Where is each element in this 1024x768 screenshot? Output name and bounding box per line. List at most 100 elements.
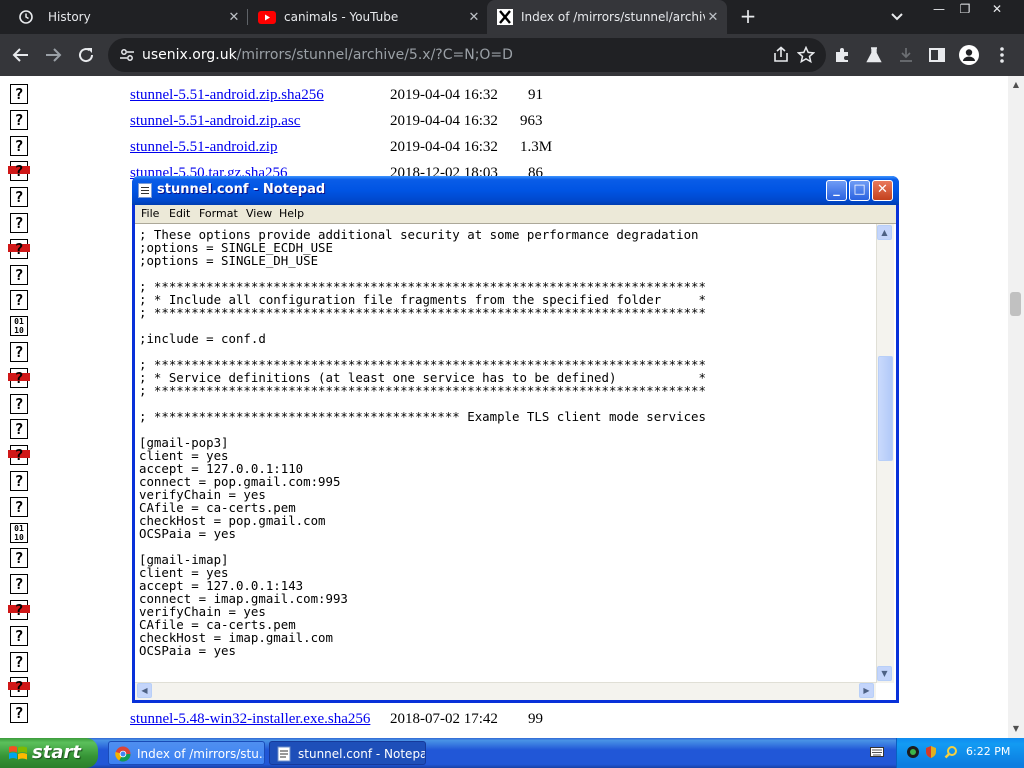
lab-icon[interactable] [863, 44, 885, 66]
menu-dots-icon[interactable] [991, 44, 1013, 66]
extensions-icon[interactable] [831, 44, 853, 66]
minimize-button[interactable]: _ [826, 180, 847, 201]
reload-button[interactable] [75, 44, 97, 66]
scroll-down-arrow-icon[interactable]: ▼ [1008, 722, 1024, 736]
unknown-file-icon: ? [10, 342, 30, 364]
keyboard-icon[interactable] [870, 746, 884, 758]
menu-view[interactable]: View [246, 207, 272, 220]
download-icon[interactable] [895, 44, 917, 66]
notepad-title-bar[interactable]: stunnel.conf - Notepad _ □ ✕ [132, 176, 899, 205]
tab-history[interactable]: History ✕ [0, 0, 247, 34]
security-shield-icon[interactable] [924, 745, 938, 759]
notepad-window: stunnel.conf - Notepad _ □ ✕ File Edit F… [132, 176, 899, 703]
unknown-file-icon: ? [10, 703, 30, 725]
unknown-file-icon: ? [10, 109, 30, 132]
file-size: 963 [520, 113, 543, 129]
close-tab-icon[interactable]: ✕ [226, 10, 242, 25]
unknown-file-icon: ? [10, 651, 30, 674]
tab-title: Index of /mirrors/stunnel/archive/5 [521, 10, 705, 24]
arrow-left-icon [12, 48, 28, 62]
file-link[interactable]: stunnel-5.51-android.zip.asc [130, 113, 300, 130]
unknown-file-icon: ? [10, 574, 30, 596]
taskbar-item-notepad[interactable]: stunnel.conf - Notepad [269, 741, 426, 765]
config-line: [gmail-pop3] [139, 435, 229, 450]
url-text[interactable]: usenix.org.uk/mirrors/stunnel/archive/5.… [142, 45, 513, 65]
unknown-file-icon: ? [10, 496, 30, 519]
page-scroll-thumb[interactable] [1010, 292, 1021, 316]
network-icon[interactable] [906, 745, 920, 759]
close-window-button[interactable]: ✕ [986, 2, 1008, 16]
scroll-up-icon[interactable]: ▲ [877, 225, 892, 240]
file-link[interactable]: stunnel-5.51-android.zip.sha256 [130, 87, 324, 104]
compressed-file-icon: ? [8, 600, 30, 622]
file-date: 2019-04-04 16:32 [390, 113, 498, 129]
scroll-down-icon[interactable]: ▼ [877, 666, 892, 681]
new-tab-button[interactable]: + [738, 6, 758, 28]
minimize-window-button[interactable]: — [928, 2, 950, 16]
site-x-icon [497, 9, 513, 25]
close-tab-icon[interactable]: ✕ [705, 10, 721, 25]
scroll-left-icon[interactable]: ◀ [137, 683, 152, 698]
config-line [139, 423, 877, 436]
menu-edit[interactable]: Edit [169, 207, 190, 220]
config-line: checkHost = pop.gmail.com [139, 513, 326, 528]
tab-youtube[interactable]: canimals - YouTube ✕ [248, 0, 488, 34]
window-title: stunnel.conf - Notepad [157, 182, 326, 197]
side-panel-icon[interactable] [926, 44, 948, 66]
config-line [139, 540, 877, 553]
history-icon [19, 10, 33, 24]
menu-file[interactable]: File [141, 207, 159, 220]
file-link[interactable]: stunnel-5.48-win32-installer.exe.sha256 [130, 711, 370, 728]
notepad-icon [277, 746, 291, 762]
clock: 6:22 PM [966, 745, 1011, 758]
unknown-file-icon: ? [10, 84, 30, 106]
maximize-icon: □ [853, 182, 866, 197]
close-tab-icon[interactable]: ✕ [466, 10, 482, 25]
search-icon[interactable] [944, 745, 958, 759]
minimize-icon: _ [833, 182, 840, 197]
maximize-button[interactable]: □ [849, 180, 870, 201]
arrow-right-icon [46, 48, 62, 62]
close-button[interactable]: ✕ [872, 180, 893, 201]
page-scrollbar[interactable] [1008, 76, 1024, 738]
config-line: ;include = conf.d [139, 331, 266, 346]
unknown-file-icon: ? [10, 419, 30, 441]
notepad-scroll-thumb[interactable] [878, 356, 893, 461]
taskbar-item-label: Index of /mirrors/stu... [137, 747, 265, 761]
binary-file-icon: 01 10 [10, 316, 30, 338]
notepad-text-area[interactable]: ; These options provide additional secur… [135, 223, 896, 700]
file-link[interactable]: stunnel-5.51-android.zip [130, 139, 277, 156]
close-icon: ✕ [877, 182, 888, 197]
config-line: OCSPaia = yes [139, 526, 236, 541]
config-text[interactable]: ; These options provide additional secur… [139, 228, 877, 668]
star-icon[interactable] [795, 44, 817, 66]
config-line: [gmail-imap] [139, 552, 229, 567]
chrome-icon [115, 746, 131, 762]
profile-icon[interactable] [958, 44, 980, 66]
forward-button[interactable] [42, 44, 64, 66]
config-line: OCSPaia = yes [139, 643, 236, 658]
config-line: checkHost = imap.gmail.com [139, 630, 333, 645]
chevron-down-icon[interactable] [888, 9, 906, 25]
notepad-menu-bar: File Edit Format View Help [135, 205, 896, 223]
compressed-file-icon: ? [8, 367, 30, 390]
unknown-file-icon: ? [10, 625, 30, 648]
unknown-file-icon: ? [10, 471, 30, 493]
tab-index-of-stunnel[interactable]: Index of /mirrors/stunnel/archive/5 ✕ [487, 0, 727, 34]
compressed-file-icon: ? [8, 445, 30, 467]
menu-format[interactable]: Format [199, 207, 238, 220]
scroll-up-arrow-icon[interactable]: ▲ [1008, 78, 1024, 92]
share-icon[interactable] [770, 44, 792, 66]
notepad-horizontal-scrollbar[interactable] [135, 682, 876, 700]
taskbar-item-chrome[interactable]: Index of /mirrors/stu... [108, 741, 265, 765]
restore-window-button[interactable]: ❐ [954, 2, 976, 16]
unknown-file-icon: ? [10, 187, 30, 209]
config-line: ; **************************************… [139, 383, 706, 398]
binary-file-icon: 01 10 [10, 522, 30, 545]
unknown-file-icon: ? [10, 290, 30, 312]
menu-help[interactable]: Help [279, 207, 304, 220]
tab-title: History [48, 10, 91, 24]
scroll-right-icon[interactable]: ▶ [859, 683, 874, 698]
site-info-icon[interactable] [118, 46, 136, 64]
back-button[interactable] [10, 44, 32, 66]
